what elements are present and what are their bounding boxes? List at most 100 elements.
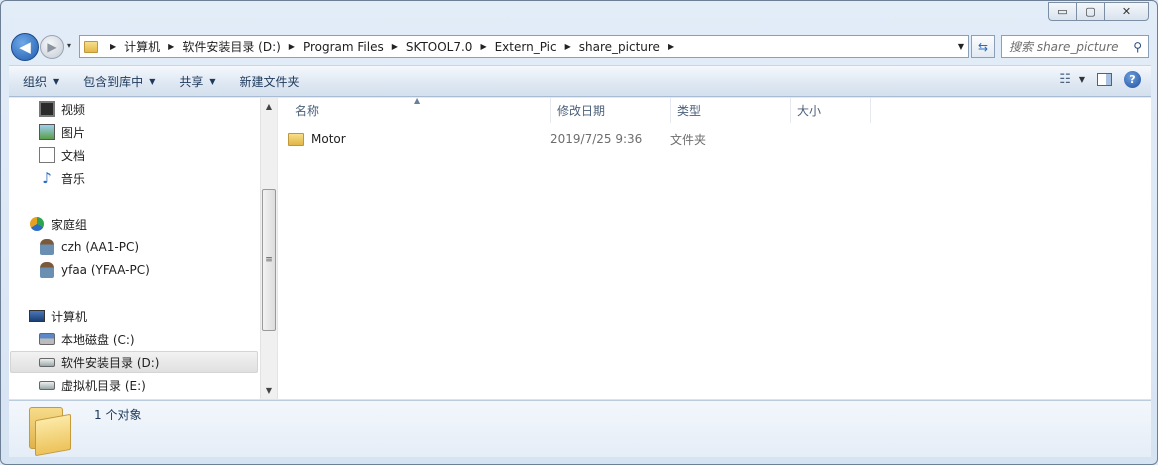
drive-icon xyxy=(39,331,55,347)
sidebar-item-yfaa[interactable]: yfaa (YFAA-PC) xyxy=(39,259,150,281)
sidebar-item-drive-d[interactable]: 软件安装目录 (D:) xyxy=(10,351,258,373)
breadcrumb-item[interactable]: SKTOOL7.0 xyxy=(406,40,473,54)
preview-pane-icon[interactable] xyxy=(1097,73,1112,86)
caption-buttons: ▭ ▢ ✕ xyxy=(1048,2,1149,21)
sidebar-item-drive-e[interactable]: 虚拟机目录 (E:) xyxy=(39,374,146,396)
chevron-right-icon[interactable]: ▶ xyxy=(668,42,674,51)
chevron-right-icon[interactable]: ▶ xyxy=(168,42,174,51)
sidebar-item-videos[interactable]: 视频 xyxy=(39,98,85,120)
navigation-pane: 视频 图片 文档 ♪ 音乐 家庭组 czh (AA1-PC) yfaa (YFA… xyxy=(9,98,277,399)
sidebar-item-label: 本地磁盘 (C:) xyxy=(61,332,135,347)
sidebar-item-label: yfaa (YFAA-PC) xyxy=(61,263,150,277)
forward-button[interactable]: ▶ xyxy=(40,35,64,59)
sidebar-item-documents[interactable]: 文档 xyxy=(39,144,85,166)
document-icon xyxy=(39,147,55,163)
file-name: Motor xyxy=(311,132,346,146)
drive-icon xyxy=(39,354,55,370)
details-pane: 1 个对象 xyxy=(9,400,1151,457)
sidebar-item-homegroup[interactable]: 家庭组 xyxy=(29,213,87,235)
sidebar-item-drive-c[interactable]: 本地磁盘 (C:) xyxy=(39,328,135,350)
command-bar: 组织 ▼ 包含到库中 ▼ 共享 ▼ 新建文件夹 ☷ ▼ ? xyxy=(9,65,1151,97)
column-header-modified[interactable]: 修改日期 xyxy=(551,98,671,123)
scroll-down-icon[interactable]: ▼ xyxy=(261,382,277,399)
sidebar-item-label: 虚拟机目录 (E:) xyxy=(61,378,146,393)
search-icon[interactable]: ⚲ xyxy=(1133,40,1142,54)
close-button[interactable]: ✕ xyxy=(1104,2,1149,21)
chevron-right-icon[interactable]: ▶ xyxy=(565,42,571,51)
folder-icon xyxy=(84,40,98,53)
column-headers: ▲ 名称 修改日期 类型 大小 xyxy=(278,96,1151,123)
search-input[interactable] xyxy=(1009,39,1129,54)
picture-icon xyxy=(39,124,55,140)
user-icon xyxy=(39,239,55,255)
item-count: 1 个对象 xyxy=(94,408,142,422)
breadcrumb-item[interactable]: 软件安装目录 (D:) xyxy=(182,38,280,55)
table-row[interactable]: Motor 2019/7/25 9:36 文件夹 xyxy=(288,128,790,150)
chevron-down-icon: ▼ xyxy=(209,76,216,86)
file-list: ▲ 名称 修改日期 类型 大小 Motor 2019/7/25 9:36 文件夹 xyxy=(278,96,1151,399)
sidebar-item-label: 文档 xyxy=(61,148,86,163)
view-list-icon: ☷ xyxy=(1059,72,1071,87)
sidebar-item-computer[interactable]: 计算机 xyxy=(29,305,87,327)
new-folder-button[interactable]: 新建文件夹 xyxy=(230,69,310,93)
chevron-right-icon[interactable]: ▶ xyxy=(289,42,295,51)
share-label: 共享 xyxy=(179,74,204,89)
sidebar-item-music[interactable]: ♪ 音乐 xyxy=(39,167,85,189)
organize-button[interactable]: 组织 ▼ xyxy=(13,69,69,93)
drive-icon xyxy=(39,377,55,393)
column-header-name[interactable]: ▲ 名称 xyxy=(278,96,551,123)
file-name-cell: Motor xyxy=(288,132,550,146)
include-in-library-label: 包含到库中 xyxy=(83,74,144,89)
computer-icon xyxy=(29,308,45,324)
breadcrumb-item[interactable]: Extern_Pic xyxy=(495,40,557,54)
chevron-down-icon: ▼ xyxy=(149,76,156,86)
breadcrumb-item[interactable]: 计算机 xyxy=(124,38,160,55)
navigation-scrollbar[interactable]: ▲ ≡ ▼ xyxy=(260,98,277,399)
back-button[interactable]: ◀ xyxy=(11,33,39,61)
breadcrumb-item[interactable]: Program Files xyxy=(303,40,384,54)
change-view-button[interactable]: ☷ ▼ xyxy=(1059,72,1085,87)
recent-pages-dropdown[interactable]: ▾ xyxy=(67,41,77,51)
column-header-size[interactable]: 大小 xyxy=(791,98,871,123)
sidebar-item-label: 家庭组 xyxy=(51,217,88,232)
user-icon xyxy=(39,262,55,278)
refresh-icon: ⇆ xyxy=(977,39,989,54)
breadcrumb-item[interactable]: share_picture xyxy=(579,40,660,54)
view-controls: ☷ ▼ ? xyxy=(1059,71,1141,88)
explorer-window: ▭ ▢ ✕ ◀ ▶ ▾ ▶ 计算机 ▶ 软件安装目录 (D:) ▶ Progra… xyxy=(0,0,1158,465)
homegroup-icon xyxy=(29,216,45,232)
file-type: 文件夹 xyxy=(670,132,707,147)
sidebar-item-czh[interactable]: czh (AA1-PC) xyxy=(39,236,139,258)
file-modified: 2019/7/25 9:36 xyxy=(550,132,643,146)
address-row: ◀ ▶ ▾ ▶ 计算机 ▶ 软件安装目录 (D:) ▶ Program File… xyxy=(9,32,1151,61)
address-bar[interactable]: ▶ 计算机 ▶ 软件安装目录 (D:) ▶ Program Files ▶ SK… xyxy=(79,35,969,58)
minimize-button[interactable]: ▭ xyxy=(1048,2,1076,21)
music-icon: ♪ xyxy=(42,169,52,187)
include-in-library-button[interactable]: 包含到库中 ▼ xyxy=(73,69,165,93)
column-header-type[interactable]: 类型 xyxy=(671,98,791,123)
address-history-dropdown-icon[interactable]: ▼ xyxy=(958,42,964,51)
sidebar-item-label: 音乐 xyxy=(61,171,86,186)
chevron-down-icon: ▼ xyxy=(1078,75,1085,84)
sidebar-item-label: 软件安装目录 (D:) xyxy=(61,355,160,370)
chevron-right-icon[interactable]: ▶ xyxy=(480,42,486,51)
video-icon xyxy=(39,101,55,117)
sidebar-item-label: 视频 xyxy=(61,102,86,117)
sidebar-item-label: 图片 xyxy=(61,125,86,140)
sort-ascending-icon: ▲ xyxy=(414,96,421,105)
chevron-right-icon[interactable]: ▶ xyxy=(110,42,116,51)
chevron-right-icon[interactable]: ▶ xyxy=(392,42,398,51)
search-box[interactable]: ⚲ xyxy=(1001,35,1149,58)
new-folder-label: 新建文件夹 xyxy=(239,74,300,89)
sidebar-item-label: 计算机 xyxy=(51,309,88,324)
scroll-up-icon[interactable]: ▲ xyxy=(261,98,277,115)
share-button[interactable]: 共享 ▼ xyxy=(169,69,225,93)
scrollbar-thumb[interactable]: ≡ xyxy=(262,189,276,331)
folder-icon xyxy=(288,132,304,146)
folder-icon xyxy=(29,407,71,457)
help-icon[interactable]: ? xyxy=(1124,71,1141,88)
maximize-button[interactable]: ▢ xyxy=(1076,2,1104,21)
sidebar-item-pictures[interactable]: 图片 xyxy=(39,121,85,143)
refresh-button[interactable]: ⇆ xyxy=(971,35,995,58)
organize-label: 组织 xyxy=(23,74,48,89)
